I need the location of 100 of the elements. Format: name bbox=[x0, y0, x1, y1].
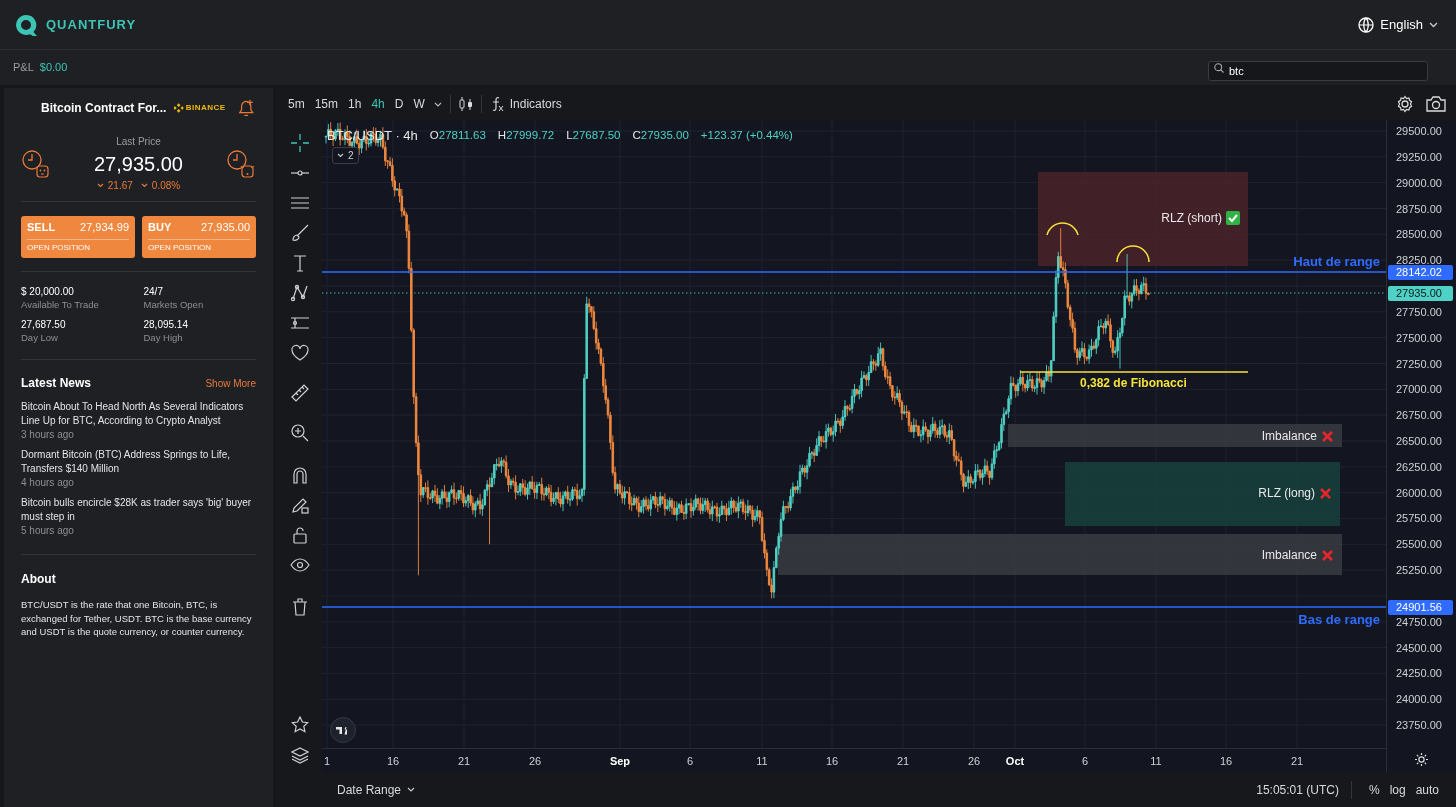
time-axis-label: Sep bbox=[609, 754, 631, 769]
settings-icon[interactable] bbox=[1414, 752, 1429, 767]
news-headline[interactable]: Bitcoin About To Head North As Several Indicators Line Up for BTC, According to Crypto Analyst bbox=[21, 400, 256, 427]
show-more-link[interactable]: Show More bbox=[205, 375, 256, 391]
time-axis-label: 6 bbox=[686, 754, 694, 769]
price-axis-label: 27500.00 bbox=[1396, 330, 1442, 345]
price-axis-label: 24750.00 bbox=[1396, 614, 1442, 629]
caret-icon bbox=[407, 787, 416, 792]
range-price-badge: 28142.02 bbox=[1388, 264, 1453, 280]
instrument-name: Bitcoin Contract For... bbox=[41, 100, 167, 117]
last-price-badge: 27935.00 bbox=[1388, 285, 1453, 301]
price-axis-label: 28750.00 bbox=[1396, 201, 1442, 216]
price-axis-label: 26750.00 bbox=[1396, 408, 1442, 423]
pnl-value: $0.00 bbox=[39, 60, 68, 76]
exchange-name: BINANCE bbox=[185, 102, 226, 114]
time-axis-label: 21 bbox=[896, 754, 910, 769]
ohlc-value: H27999.72 bbox=[497, 128, 555, 144]
time-axis-label: 26 bbox=[528, 754, 542, 769]
price-axis-label: 25250.00 bbox=[1396, 563, 1442, 578]
camera-icon[interactable] bbox=[1426, 96, 1446, 112]
price-axis-label: 27750.00 bbox=[1396, 304, 1442, 319]
ohlc-value: C27935.00 bbox=[632, 128, 689, 144]
caret-icon bbox=[337, 153, 344, 158]
stat-value: 24/7 bbox=[143, 285, 164, 298]
zone-label: RLZ (short) bbox=[1161, 210, 1222, 227]
indicators-button[interactable]: Indicators bbox=[489, 95, 562, 113]
zoom-in-icon[interactable] bbox=[289, 423, 310, 443]
section-heading: About bbox=[21, 571, 57, 588]
price-change-percent: 0.08% bbox=[151, 179, 181, 193]
clock-bear-icon[interactable] bbox=[21, 148, 51, 179]
clock-time: 15:05:01 (UTC) bbox=[1256, 781, 1339, 799]
price-axis-label: 29500.00 bbox=[1396, 124, 1442, 138]
date-range-button[interactable]: Date Range bbox=[337, 780, 416, 799]
price-axis-label: 28500.00 bbox=[1396, 227, 1442, 242]
price-axis-label: 29250.00 bbox=[1396, 149, 1442, 164]
timeframe-tab[interactable]: D bbox=[389, 95, 409, 113]
pattern-icon[interactable] bbox=[289, 283, 310, 303]
time-axis-label: 26 bbox=[967, 754, 981, 769]
settings-icon[interactable] bbox=[1396, 95, 1414, 113]
time-axis-label: 21 bbox=[1290, 754, 1304, 769]
change-value: +123.37 (+0.44%) bbox=[700, 128, 793, 144]
price-axis-label: 27000.00 bbox=[1396, 382, 1442, 397]
eye-icon[interactable] bbox=[289, 555, 310, 575]
time-axis-label: 21 bbox=[457, 754, 471, 769]
news-headline[interactable]: Dormant Bitcoin (BTC) Address Springs to Life, Transfers $140 Million bbox=[21, 448, 256, 475]
price-axis-label: 27250.00 bbox=[1396, 356, 1442, 371]
collapse-indicators-button[interactable]: 2 bbox=[332, 147, 359, 164]
heart-icon[interactable] bbox=[289, 343, 310, 363]
ruler-icon[interactable] bbox=[289, 383, 310, 403]
ohlc-value: L27687.50 bbox=[566, 128, 621, 144]
caret-icon[interactable] bbox=[433, 101, 442, 107]
candlestick-icon[interactable] bbox=[458, 96, 473, 112]
timeframe-tab[interactable]: 15m bbox=[309, 95, 343, 113]
price-axis-label: 24500.00 bbox=[1396, 640, 1442, 655]
logo-icon bbox=[14, 12, 38, 37]
time-axis-label: Oct bbox=[1005, 754, 1025, 769]
price-label: Last Price bbox=[116, 135, 161, 149]
news-time: 4 hours ago bbox=[21, 476, 75, 490]
price-axis-label: 25500.00 bbox=[1396, 537, 1442, 552]
stat-label: Day Low bbox=[21, 331, 59, 345]
exchange-logo-icon bbox=[174, 103, 184, 113]
section-heading: Latest News bbox=[21, 375, 92, 392]
scale-option[interactable]: auto bbox=[1410, 780, 1444, 799]
price-axis-label: 23750.00 bbox=[1396, 718, 1442, 733]
stat-value: $ 20,000.00 bbox=[21, 285, 75, 298]
price-axis-label: 24000.00 bbox=[1396, 692, 1442, 707]
time-axis-label: 6 bbox=[1081, 754, 1089, 769]
time-axis-label: 16 bbox=[825, 754, 839, 769]
brush-icon[interactable] bbox=[289, 223, 310, 243]
timeframe-tab[interactable]: W bbox=[408, 95, 430, 113]
timeframe-tab[interactable]: 1h bbox=[343, 95, 367, 113]
scale-option[interactable]: log bbox=[1384, 780, 1411, 799]
news-headline[interactable]: Bitcoin bulls encircle $28K as trader says 'big' buyer must step in bbox=[21, 496, 256, 523]
time-axis-label: 1 bbox=[323, 754, 331, 769]
range-label: Bas de range bbox=[1298, 611, 1380, 629]
price-axis-label: 26000.00 bbox=[1396, 485, 1442, 500]
price-axis-label: 26500.00 bbox=[1396, 434, 1442, 448]
stat-value: 28,095.14 bbox=[143, 318, 189, 331]
arc-drawing bbox=[1116, 245, 1150, 263]
time-axis-label: 11 bbox=[756, 754, 768, 769]
layers-icon[interactable] bbox=[290, 746, 309, 764]
stat-value: 27,687.50 bbox=[21, 318, 67, 331]
clock-bull-icon[interactable] bbox=[226, 148, 256, 179]
price-axis-label: 25750.00 bbox=[1396, 511, 1442, 526]
time-axis-label: 11 bbox=[1150, 754, 1162, 769]
timeframe-tab[interactable]: 5m bbox=[283, 95, 310, 113]
scale-option[interactable]: % bbox=[1363, 780, 1385, 799]
star-icon[interactable] bbox=[290, 716, 309, 734]
brand-name: QUANTFURY bbox=[46, 15, 137, 34]
timeframe-tab[interactable]: 4h bbox=[366, 95, 390, 113]
crosshair-icon[interactable] bbox=[289, 133, 310, 153]
time-axis-label: 16 bbox=[386, 754, 400, 769]
language-selector[interactable]: English bbox=[1358, 14, 1438, 35]
last-price: 27,935.00 bbox=[94, 152, 183, 177]
zone-label: Imbalance bbox=[1261, 428, 1317, 445]
zone-label: RLZ (long) bbox=[1258, 485, 1315, 502]
price-change: 21.67 bbox=[107, 179, 133, 193]
pnl-label: P&L bbox=[13, 60, 34, 76]
search-field[interactable]: btc bbox=[1208, 60, 1428, 81]
stat-label: Day High bbox=[143, 331, 184, 345]
